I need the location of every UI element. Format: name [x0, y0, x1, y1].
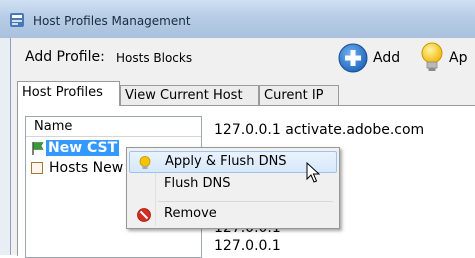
window-title: Host Profiles Management — [33, 14, 191, 28]
apply-button[interactable]: Ap — [420, 41, 467, 75]
mouse-cursor-icon — [306, 162, 321, 183]
list-header-name[interactable]: Name — [26, 117, 201, 137]
apply-button-label: Ap — [449, 50, 468, 66]
profile-item-new-cst[interactable]: New CST — [30, 139, 120, 157]
app-icon — [10, 13, 24, 27]
remove-icon — [137, 208, 151, 222]
profile-item-hosts-new[interactable]: Hosts New — [30, 159, 125, 177]
menu-item-label: Apply & Flush DNS — [165, 154, 287, 169]
tab-host-profiles[interactable]: Host Profiles — [17, 81, 120, 106]
profile-item-label: New CST — [46, 140, 120, 156]
menu-item-label: Flush DNS — [164, 176, 231, 191]
context-menu: Apply & Flush DNS Flush DNS Remove — [126, 147, 340, 229]
toolbar: Add Profile: Add — [11, 38, 475, 78]
menu-separator — [158, 201, 333, 202]
tab-current-ip[interactable]: Curent IP — [259, 85, 339, 105]
add-button-label: Add — [373, 50, 401, 66]
lightbulb-icon — [421, 42, 443, 71]
add-profile-label: Add Profile: — [25, 49, 105, 65]
menu-item-remove[interactable]: Remove — [129, 204, 337, 226]
app-window: Host Profiles Management Add Profile: Ho… — [0, 0, 475, 258]
checkbox-icon[interactable] — [30, 161, 44, 175]
menu-item-label: Remove — [164, 206, 217, 221]
add-icon — [338, 43, 368, 73]
host-line: 127.0.0.1 activate.adobe.com — [214, 122, 425, 138]
host-line: 127.0.0.1 — [214, 238, 281, 254]
title-bar: Host Profiles Management — [0, 0, 475, 38]
lightbulb-icon — [139, 156, 151, 169]
profile-name-input[interactable] — [112, 48, 320, 68]
flag-icon — [32, 142, 44, 155]
add-button[interactable]: Add — [338, 41, 400, 75]
profile-item-label: Hosts New — [49, 160, 124, 176]
tab-view-current-host[interactable]: View Current Host — [120, 85, 259, 105]
list-header-label: Name — [34, 119, 73, 134]
